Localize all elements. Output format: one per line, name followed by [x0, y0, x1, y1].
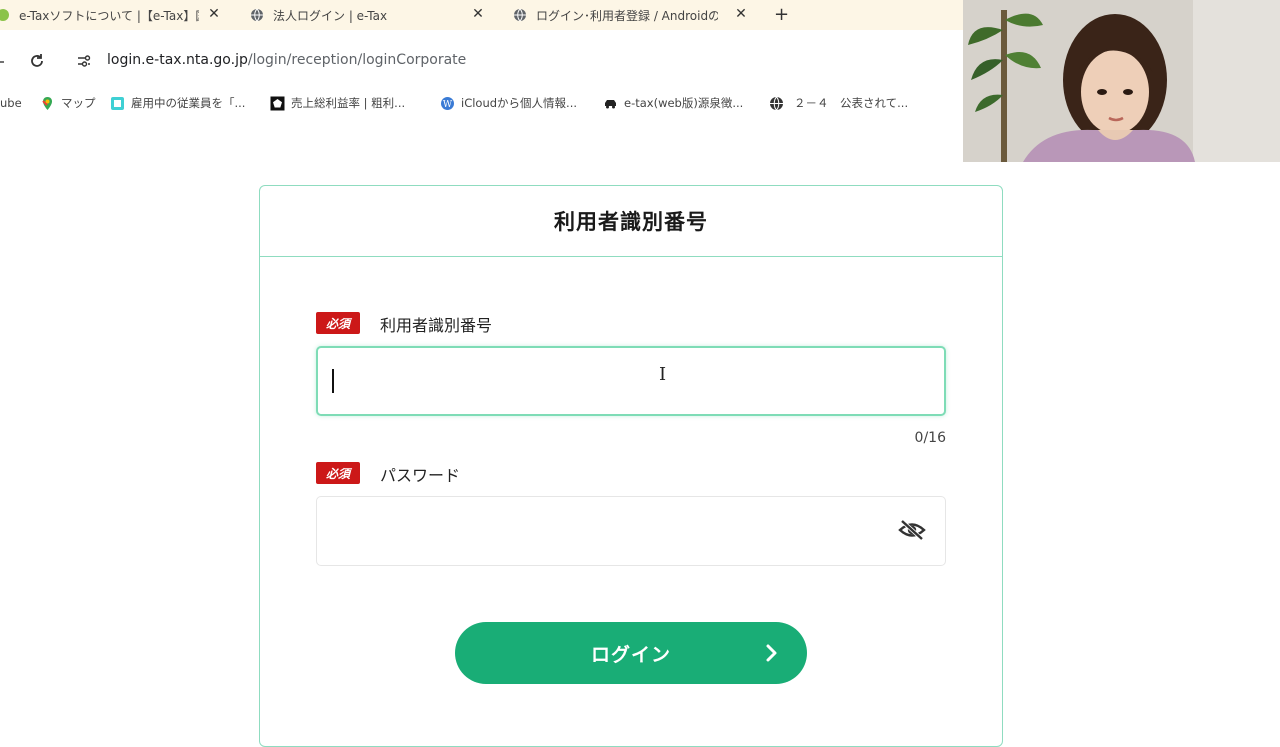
password-input[interactable] [316, 496, 946, 566]
password-label: パスワード [380, 466, 461, 485]
close-icon[interactable]: ✕ [206, 6, 222, 22]
globe-icon [770, 96, 783, 110]
webcam-overlay [963, 0, 1280, 162]
login-button[interactable]: ログイン [455, 622, 807, 684]
required-badge: 必須 [316, 462, 360, 484]
browser-tab[interactable]: ログイン･利用者登録 / Androidの ✕ [513, 0, 749, 30]
bookmark-label: ube [0, 96, 22, 110]
text-caret [332, 369, 334, 393]
browser-tab-bar: e-Taxソフトについて |【e-Tax】国税 ✕ 法人ログイン | e-Tax… [0, 0, 963, 30]
bookmark-label: iCloudから個人情報... [461, 96, 578, 110]
wordpress-icon: W [441, 96, 454, 110]
bookmark-item[interactable]: マップ [40, 94, 96, 112]
card-title: 利用者識別番号 [554, 210, 708, 234]
globe-icon [514, 8, 526, 22]
bookmark-label: マップ [61, 96, 96, 110]
login-button-label: ログイン [590, 643, 671, 666]
close-icon[interactable]: ✕ [470, 6, 486, 22]
chevron-right-icon [766, 644, 777, 662]
new-tab-button[interactable]: + [774, 4, 789, 25]
user-id-input[interactable] [316, 346, 946, 416]
browser-tab[interactable]: e-Taxソフトについて |【e-Tax】国税 ✕ [0, 0, 222, 30]
svg-text:W: W [443, 100, 453, 110]
bookmark-item[interactable]: e-tax(web版)源泉徴... [603, 94, 743, 112]
card-header: 利用者識別番号 [260, 186, 1002, 257]
close-icon[interactable]: ✕ [733, 6, 749, 22]
bookmark-label: e-tax(web版)源泉徴... [624, 96, 744, 110]
bookmark-item[interactable]: 雇用中の従業員を「... [110, 94, 245, 112]
reload-icon[interactable] [29, 53, 45, 69]
url-path: /login/reception/loginCorporate [247, 52, 467, 68]
required-badge: 必須 [316, 312, 360, 334]
tab-title: ログイン･利用者登録 / Androidの [536, 8, 718, 23]
ibeam-cursor-icon: I [659, 364, 667, 385]
site-info-icon[interactable] [76, 53, 92, 69]
tab-title: e-Taxソフトについて |【e-Tax】国税 [19, 8, 199, 23]
url-field[interactable]: login.e-tax.nta.go.jp/login/reception/lo… [107, 52, 466, 68]
page-icon [111, 96, 124, 110]
pentagon-icon [270, 96, 285, 110]
car-icon [605, 99, 616, 108]
url-host: login.e-tax.nta.go.jp [107, 52, 248, 68]
maps-icon [42, 96, 52, 110]
bookmark-item[interactable]: ube [0, 94, 22, 112]
browser-tab-active[interactable]: 法人ログイン | e-Tax ✕ [250, 0, 486, 30]
tab-title: 法人ログイン | e-Tax [273, 8, 388, 23]
globe-icon [251, 8, 263, 22]
bookmark-item[interactable]: W iCloudから個人情報... [440, 94, 577, 112]
bookmark-item[interactable]: 売上総利益率 | 粗利... [270, 94, 405, 112]
webcam-person-image [963, 0, 1280, 162]
bookmark-label: ２－４ 公表されて... [794, 96, 909, 110]
eye-off-icon[interactable] [898, 518, 926, 542]
bookmark-item[interactable]: ２－４ 公表されて... [769, 94, 908, 112]
character-counter: 0/16 [914, 430, 946, 446]
user-id-label: 利用者識別番号 [380, 316, 493, 335]
leaf-icon [0, 9, 9, 21]
bookmark-label: 雇用中の従業員を「... [131, 96, 246, 110]
back-arrow-icon[interactable] [0, 55, 6, 69]
bookmark-label: 売上総利益率 | 粗利... [291, 96, 406, 110]
